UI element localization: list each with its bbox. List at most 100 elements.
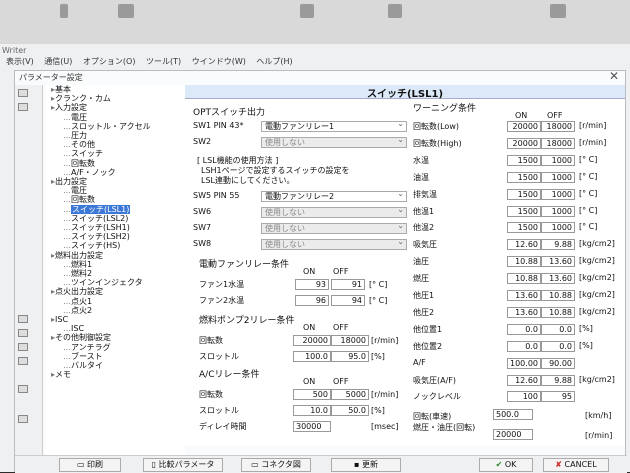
tree-item[interactable]: …スイッチ(HS) bbox=[45, 241, 185, 250]
tree-item[interactable]: ▸出力設定 bbox=[45, 177, 185, 186]
ok-button[interactable]: ✔ OK bbox=[479, 458, 533, 472]
fan2-off-input[interactable]: 94 bbox=[331, 295, 365, 306]
compare-button[interactable]: ▯ 比較パラメータ bbox=[143, 458, 223, 472]
tree-item[interactable]: ▸メモ bbox=[45, 370, 185, 379]
tree-item[interactable]: …スロットル・アクセル bbox=[45, 122, 185, 131]
warning-on-input[interactable]: 20000 bbox=[507, 121, 541, 132]
tree-item[interactable]: …点火1 bbox=[45, 297, 185, 306]
ac-rpm-off-input[interactable]: 5000 bbox=[331, 389, 369, 400]
pump-throttle-on-input[interactable]: 100.0 bbox=[293, 351, 331, 362]
warning-off-input[interactable]: 90.00 bbox=[541, 357, 575, 369]
pump-rpm-off-input[interactable]: 18000 bbox=[331, 335, 369, 346]
print-button[interactable]: ▭ 印刷 bbox=[59, 458, 121, 472]
tree-item[interactable]: ▸燃料出力設定 bbox=[45, 251, 185, 260]
warning-off-input[interactable]: 95 bbox=[541, 391, 575, 403]
fuel-pressure-input[interactable]: 20000 bbox=[493, 429, 533, 440]
sw6-select[interactable]: 使用しない bbox=[261, 205, 407, 218]
menu-item[interactable]: 通信(U) bbox=[44, 57, 72, 66]
warning-off-input[interactable]: 0.0 bbox=[541, 323, 575, 335]
tree-item[interactable]: …電圧 bbox=[45, 113, 185, 122]
tree-item[interactable]: ▸点火出力設定 bbox=[45, 287, 185, 296]
tree-item[interactable]: ▸その他制御設定 bbox=[45, 333, 185, 342]
tool-icon[interactable] bbox=[18, 89, 28, 97]
tree-item[interactable]: …スイッチ bbox=[45, 149, 185, 158]
tree-item[interactable]: …回転数 bbox=[45, 195, 185, 204]
connector-button[interactable]: ▭ コネクタ図 bbox=[241, 458, 311, 472]
tree-item[interactable]: …点火2 bbox=[45, 306, 185, 315]
tool-icon[interactable] bbox=[18, 329, 28, 337]
warning-on-input[interactable]: 12.60 bbox=[507, 239, 541, 251]
menu-item[interactable]: 表示(V) bbox=[6, 57, 34, 66]
tree-item[interactable]: ▸入力設定 bbox=[45, 103, 185, 112]
fan2-on-input[interactable]: 96 bbox=[295, 295, 329, 306]
speed-input[interactable]: 500.0 bbox=[493, 409, 533, 420]
warning-off-input[interactable]: 0.0 bbox=[541, 340, 575, 352]
warning-off-input[interactable]: 10.88 bbox=[541, 306, 575, 318]
fan1-off-input[interactable]: 91 bbox=[331, 279, 365, 290]
warning-off-input[interactable]: 10.88 bbox=[541, 290, 575, 301]
warning-off-input[interactable]: 9.88 bbox=[541, 239, 575, 251]
tree-item[interactable]: ▸基本 bbox=[45, 85, 185, 94]
tree-item[interactable]: …その他 bbox=[45, 140, 185, 149]
warning-off-input[interactable]: 1000 bbox=[541, 171, 575, 183]
sw8-select[interactable]: 使用しない bbox=[261, 237, 407, 250]
tool-icon[interactable] bbox=[18, 357, 28, 365]
warning-on-input[interactable]: 0.0 bbox=[507, 340, 541, 352]
tool-icon[interactable] bbox=[18, 103, 28, 111]
fan1-on-input[interactable]: 93 bbox=[295, 279, 329, 290]
ac-throttle-on-input[interactable]: 10.0 bbox=[293, 405, 331, 416]
tool-icon[interactable] bbox=[18, 315, 28, 323]
sw7-select[interactable]: 使用しない bbox=[261, 221, 407, 234]
sw1-select[interactable]: 電動ファンリレー1 bbox=[261, 119, 407, 132]
menu-item[interactable]: ウインドウ(W) bbox=[192, 57, 246, 66]
tree-item[interactable]: …バルタイ bbox=[45, 361, 185, 370]
pump-throttle-off-input[interactable]: 95.0 bbox=[331, 351, 369, 362]
tree-item[interactable]: …回転数 bbox=[45, 159, 185, 168]
warning-off-input[interactable]: 9.88 bbox=[541, 374, 575, 386]
warning-on-input[interactable]: 1500 bbox=[507, 205, 541, 217]
warning-on-input[interactable]: 100.00 bbox=[507, 357, 541, 369]
ac-rpm-on-input[interactable]: 500 bbox=[293, 389, 331, 400]
cancel-button[interactable]: ✘ CANCEL bbox=[543, 458, 609, 472]
warning-on-input[interactable]: 12.60 bbox=[507, 374, 541, 386]
warning-off-input[interactable]: 1000 bbox=[541, 222, 575, 234]
tree-item[interactable]: …スイッチ(LSL1) bbox=[45, 204, 185, 214]
warning-on-input[interactable]: 0.0 bbox=[507, 323, 541, 335]
warning-off-input[interactable]: 18000 bbox=[541, 137, 575, 149]
tree-item[interactable]: ▸ISC bbox=[45, 315, 185, 324]
warning-on-input[interactable]: 20000 bbox=[507, 137, 541, 149]
warning-off-input[interactable]: 18000 bbox=[541, 121, 575, 132]
warning-off-input[interactable]: 1000 bbox=[541, 188, 575, 200]
tree-item[interactable]: …スイッチ(LSH1) bbox=[45, 223, 185, 232]
warning-on-input[interactable]: 100 bbox=[507, 391, 541, 403]
close-icon[interactable]: ✕ bbox=[609, 69, 619, 83]
tree-item[interactable]: …燃料1 bbox=[45, 260, 185, 269]
warning-on-input[interactable]: 1500 bbox=[507, 154, 541, 166]
tree-item[interactable]: …スイッチ(LSL2) bbox=[45, 214, 185, 223]
warning-on-input[interactable]: 1500 bbox=[507, 222, 541, 234]
tree-item[interactable]: …アンチラグ bbox=[45, 343, 185, 352]
warning-on-input[interactable]: 1500 bbox=[507, 188, 541, 200]
menu-item[interactable]: オプション(O) bbox=[83, 57, 136, 66]
menu-item[interactable]: ヘルプ(H) bbox=[256, 57, 292, 66]
tree-item[interactable]: …A/F・ノック bbox=[45, 168, 185, 177]
warning-on-input[interactable]: 13.60 bbox=[507, 306, 541, 318]
delay-input[interactable]: 30000 bbox=[293, 421, 331, 432]
tool-icon[interactable] bbox=[18, 343, 28, 351]
tree-item[interactable]: …ブースト bbox=[45, 352, 185, 361]
warning-on-input[interactable]: 10.88 bbox=[507, 273, 541, 285]
tool-icon[interactable] bbox=[18, 415, 28, 423]
pump-rpm-on-input[interactable]: 20000 bbox=[293, 335, 331, 346]
tree-item[interactable]: …スイッチ(LSH2) bbox=[45, 232, 185, 241]
warning-off-input[interactable]: 13.60 bbox=[541, 256, 575, 268]
tree-item[interactable]: …燃料2 bbox=[45, 269, 185, 278]
ac-throttle-off-input[interactable]: 50.0 bbox=[331, 405, 369, 416]
tool-icon[interactable] bbox=[18, 385, 28, 393]
warning-off-input[interactable]: 1000 bbox=[541, 154, 575, 166]
warning-on-input[interactable]: 13.60 bbox=[507, 290, 541, 301]
sw5-select[interactable]: 電動ファンリレー2 bbox=[261, 189, 407, 202]
sw2-select[interactable]: 使用しない bbox=[261, 135, 407, 148]
tree-item[interactable]: …圧力 bbox=[45, 131, 185, 140]
warning-off-input[interactable]: 1000 bbox=[541, 205, 575, 217]
warning-on-input[interactable]: 10.88 bbox=[507, 256, 541, 268]
